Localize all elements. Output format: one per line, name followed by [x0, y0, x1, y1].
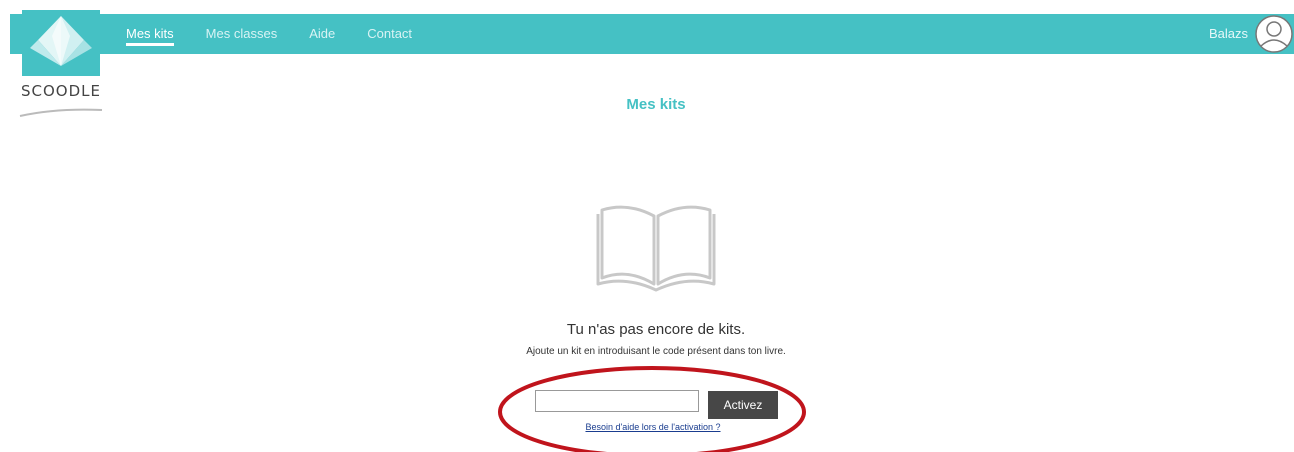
nav-item-mes-classes[interactable]: Mes classes — [206, 14, 278, 54]
logo-icon[interactable] — [22, 10, 100, 76]
user-avatar-icon[interactable] — [1254, 14, 1294, 54]
empty-state-title: Tu n'as pas encore de kits. — [566, 321, 746, 338]
kit-code-input[interactable] — [535, 390, 699, 412]
nav-item-mes-kits[interactable]: Mes kits — [126, 14, 174, 54]
nav-item-aide[interactable]: Aide — [309, 14, 335, 54]
page-title: Mes kits — [626, 96, 686, 113]
nav-item-contact[interactable]: Contact — [367, 14, 412, 54]
activate-button[interactable]: Activez — [708, 391, 778, 419]
main-nav: Mes kits Mes classes Aide Contact — [126, 14, 444, 54]
app-root: SCOODLE Mes kits Mes classes Aide Contac… — [0, 0, 1294, 452]
empty-state-subtitle: Ajoute un kit en introduisant le code pr… — [526, 346, 786, 357]
activation-help-link[interactable]: Besoin d'aide lors de l'activation ? — [0, 422, 1294, 432]
open-book-icon — [596, 205, 716, 292]
user-name[interactable]: Balazs — [1209, 14, 1248, 54]
